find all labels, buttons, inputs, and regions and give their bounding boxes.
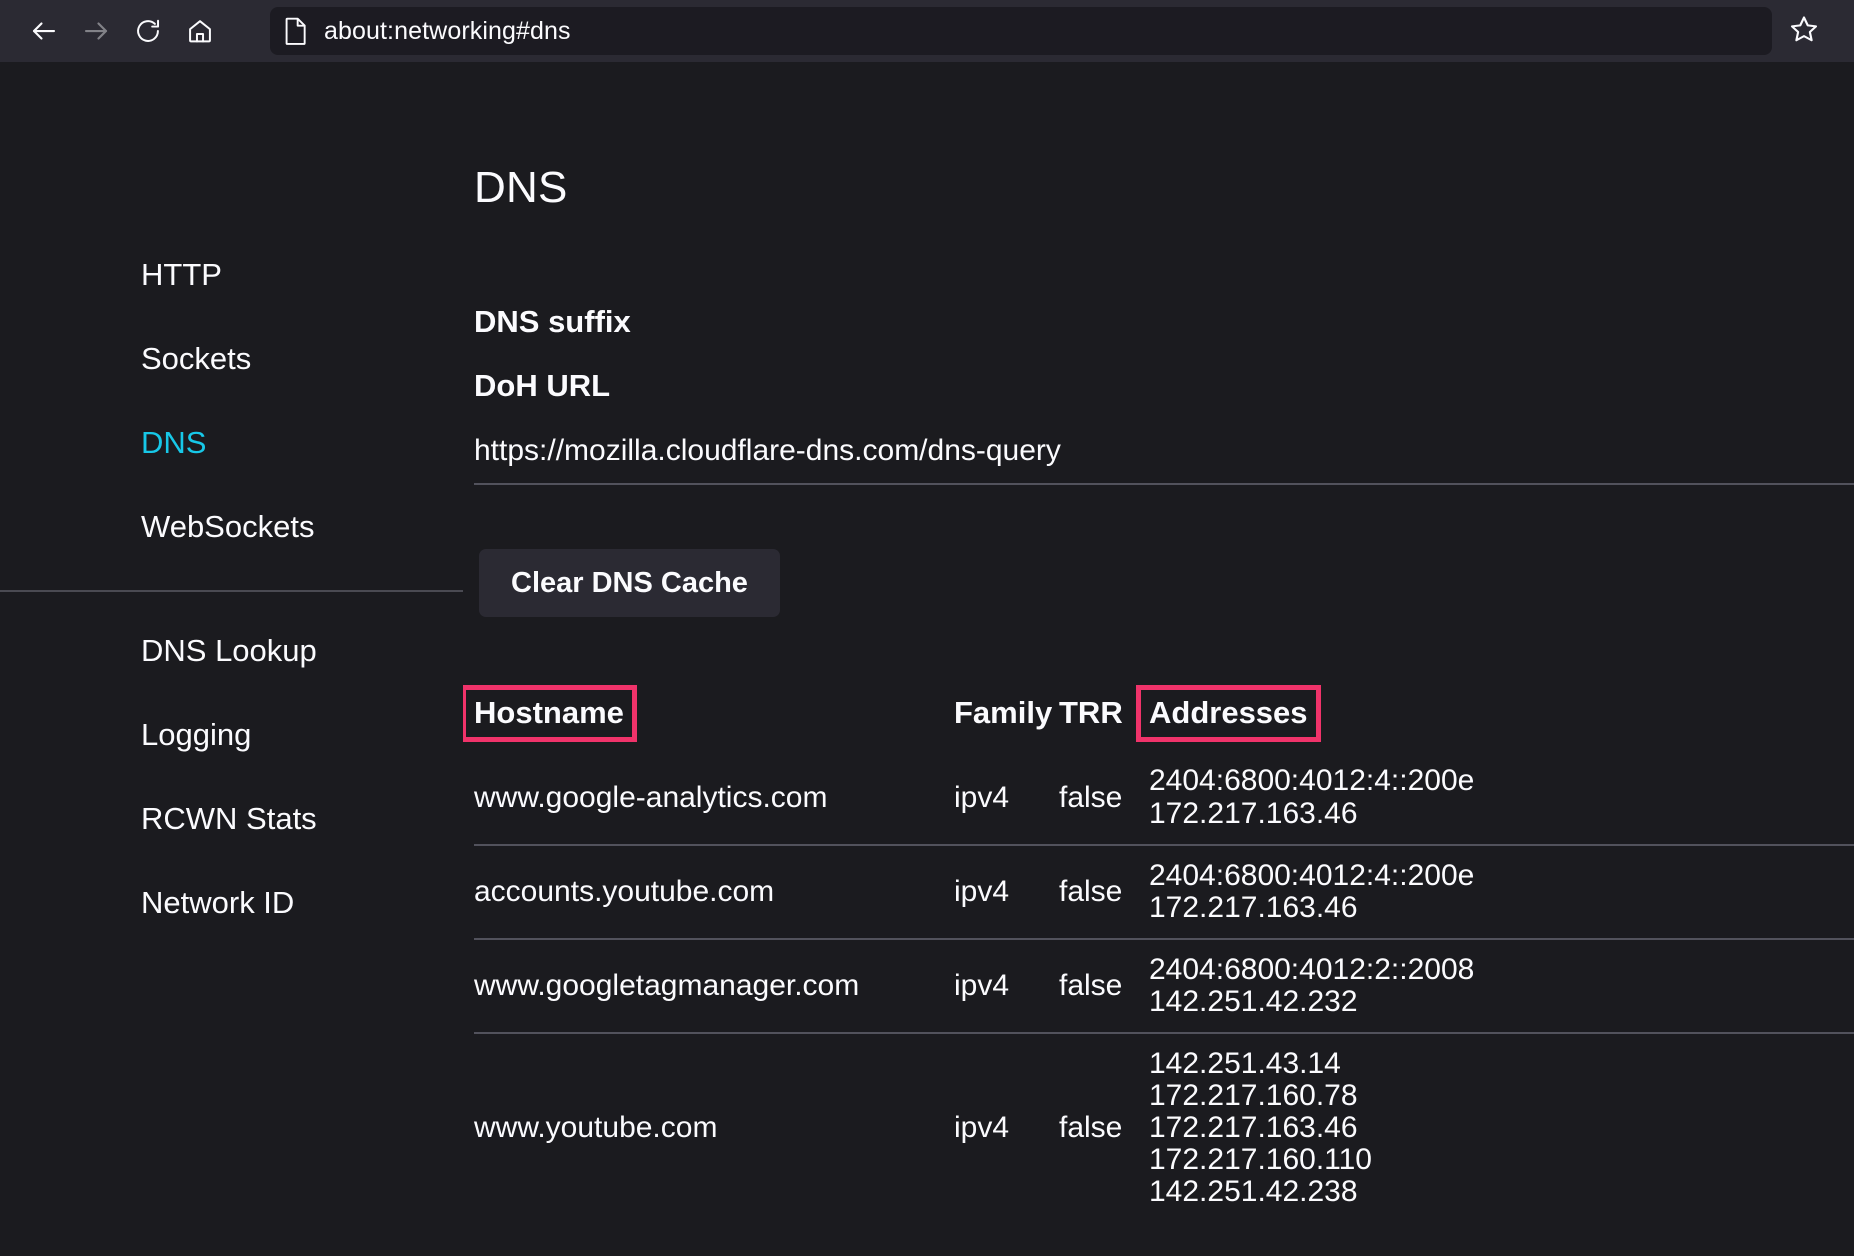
address-entry: 142.251.43.14	[1149, 1047, 1341, 1081]
dns-table-body: www.google-analytics.com ipv4 false 2404:68…	[474, 751, 1854, 1223]
dns-suffix-label: DNS suffix	[474, 304, 631, 339]
sidebar-item-network-id[interactable]: Network ID	[0, 882, 463, 924]
cell-hostname: www.youtube.com	[474, 1032, 954, 1223]
dns-table-header: Hostname Family TRR Addresses	[463, 675, 1854, 751]
cell-family: ipv4	[954, 937, 1059, 1034]
cell-addresses: 2404:6800:4012:4::200e 172.217.163.46	[1149, 751, 1854, 844]
reload-icon	[134, 17, 162, 45]
star-icon	[1789, 14, 1819, 49]
address-entry: 2404:6800:4012:4::200e	[1149, 764, 1475, 798]
doh-url-row: https://mozilla.cloudflare-dns.com/dns-q…	[474, 434, 1854, 485]
home-icon	[186, 17, 214, 45]
dns-panel: DNS DNS suffix DoH URL https://mozilla.c…	[463, 62, 1854, 1256]
address-entry: 172.217.163.46	[1149, 1111, 1358, 1145]
bookmark-button[interactable]	[1776, 7, 1832, 55]
table-row: accounts.youtube.com ipv4 false 2404:6800:4…	[474, 843, 1854, 939]
cell-family: ipv4	[954, 1032, 1059, 1223]
table-row: www.googletagmanager.com ipv4 false 2404:68…	[474, 937, 1854, 1034]
page-title: DNS	[474, 163, 568, 212]
address-bar-text[interactable]: about:networking#dns	[324, 17, 571, 46]
sidebar-item-rcwn-stats[interactable]: RCWN Stats	[0, 798, 463, 840]
column-header-addresses[interactable]: Addresses	[1136, 675, 1854, 751]
sidebar-navigation: HTTP Sockets DNS WebSockets DNS Lookup L…	[0, 62, 463, 1256]
cell-trr: false	[1059, 843, 1149, 939]
sidebar-item-websockets[interactable]: WebSockets	[0, 506, 463, 548]
column-header-hostname[interactable]: Hostname	[463, 675, 954, 751]
clear-dns-cache-button[interactable]: Clear DNS Cache	[479, 549, 780, 618]
page-content: HTTP Sockets DNS WebSockets DNS Lookup L…	[0, 62, 1854, 1256]
sidebar-item-http[interactable]: HTTP	[0, 254, 463, 296]
column-header-family[interactable]: Family	[954, 675, 1059, 751]
cell-addresses: 142.251.43.14 172.217.160.78 172.217.163.4…	[1149, 1032, 1854, 1223]
sidebar-group-primary: HTTP Sockets DNS WebSockets	[0, 254, 463, 548]
sidebar-item-dns-lookup[interactable]: DNS Lookup	[0, 630, 463, 672]
address-entry: 2404:6800:4012:2::2008	[1149, 952, 1475, 986]
back-button[interactable]	[22, 9, 66, 53]
cell-family: ipv4	[954, 843, 1059, 939]
sidebar-item-sockets[interactable]: Sockets	[0, 338, 463, 380]
cell-hostname: www.googletagmanager.com	[474, 937, 954, 1034]
browser-toolbar: about:networking#dns	[0, 0, 1854, 62]
cell-hostname: www.google-analytics.com	[474, 780, 828, 814]
address-entry: 172.217.160.78	[1149, 1079, 1358, 1113]
cell-trr: false	[1059, 780, 1123, 814]
table-row: www.youtube.com ipv4 false 142.251.43.14 172…	[474, 1032, 1854, 1223]
cell-trr: false	[1059, 937, 1149, 1034]
forward-arrow-icon	[81, 16, 111, 46]
address-entry: 2404:6800:4012:4::200e	[1149, 858, 1475, 892]
doh-url-value: https://mozilla.cloudflare-dns.com/dns-q…	[474, 434, 1061, 467]
forward-button[interactable]	[74, 9, 118, 53]
cell-trr: false	[1059, 1032, 1149, 1223]
reload-button[interactable]	[126, 9, 170, 53]
address-entry: 172.217.163.46	[1149, 796, 1358, 830]
cell-addresses: 2404:6800:4012:4::200e 172.217.163.46	[1149, 843, 1854, 939]
address-bar[interactable]: about:networking#dns	[270, 7, 1772, 55]
cell-addresses: 2404:6800:4012:2::2008 142.251.42.232	[1149, 937, 1854, 1034]
cell-hostname: accounts.youtube.com	[474, 843, 954, 939]
address-entry: 142.251.42.238	[1149, 1175, 1358, 1209]
doh-url-label: DoH URL	[474, 368, 611, 403]
back-arrow-icon	[29, 16, 59, 46]
table-row: www.google-analytics.com ipv4 false 2404:68…	[474, 751, 1854, 844]
address-entry: 142.251.42.232	[1149, 984, 1358, 1018]
sidebar-group-secondary: DNS Lookup Logging RCWN Stats Network ID	[0, 630, 463, 924]
home-button[interactable]	[178, 9, 222, 53]
sidebar-item-dns[interactable]: DNS	[0, 422, 463, 464]
table-header-row: Hostname Family TRR Addresses	[463, 675, 1854, 751]
dns-cache-table: Hostname Family TRR Addresses www.google…	[463, 675, 1854, 1223]
addresses-header-text: Addresses	[1136, 684, 1321, 742]
sidebar-divider	[0, 590, 463, 592]
column-header-trr[interactable]: TRR	[1059, 675, 1149, 751]
sidebar-item-logging[interactable]: Logging	[0, 714, 463, 756]
cell-family: ipv4	[954, 780, 1010, 814]
hostname-header-text: Hostname	[463, 684, 637, 742]
address-entry: 172.217.160.110	[1149, 1143, 1372, 1177]
address-entry: 172.217.163.46	[1149, 890, 1358, 924]
page-document-icon	[284, 17, 308, 45]
